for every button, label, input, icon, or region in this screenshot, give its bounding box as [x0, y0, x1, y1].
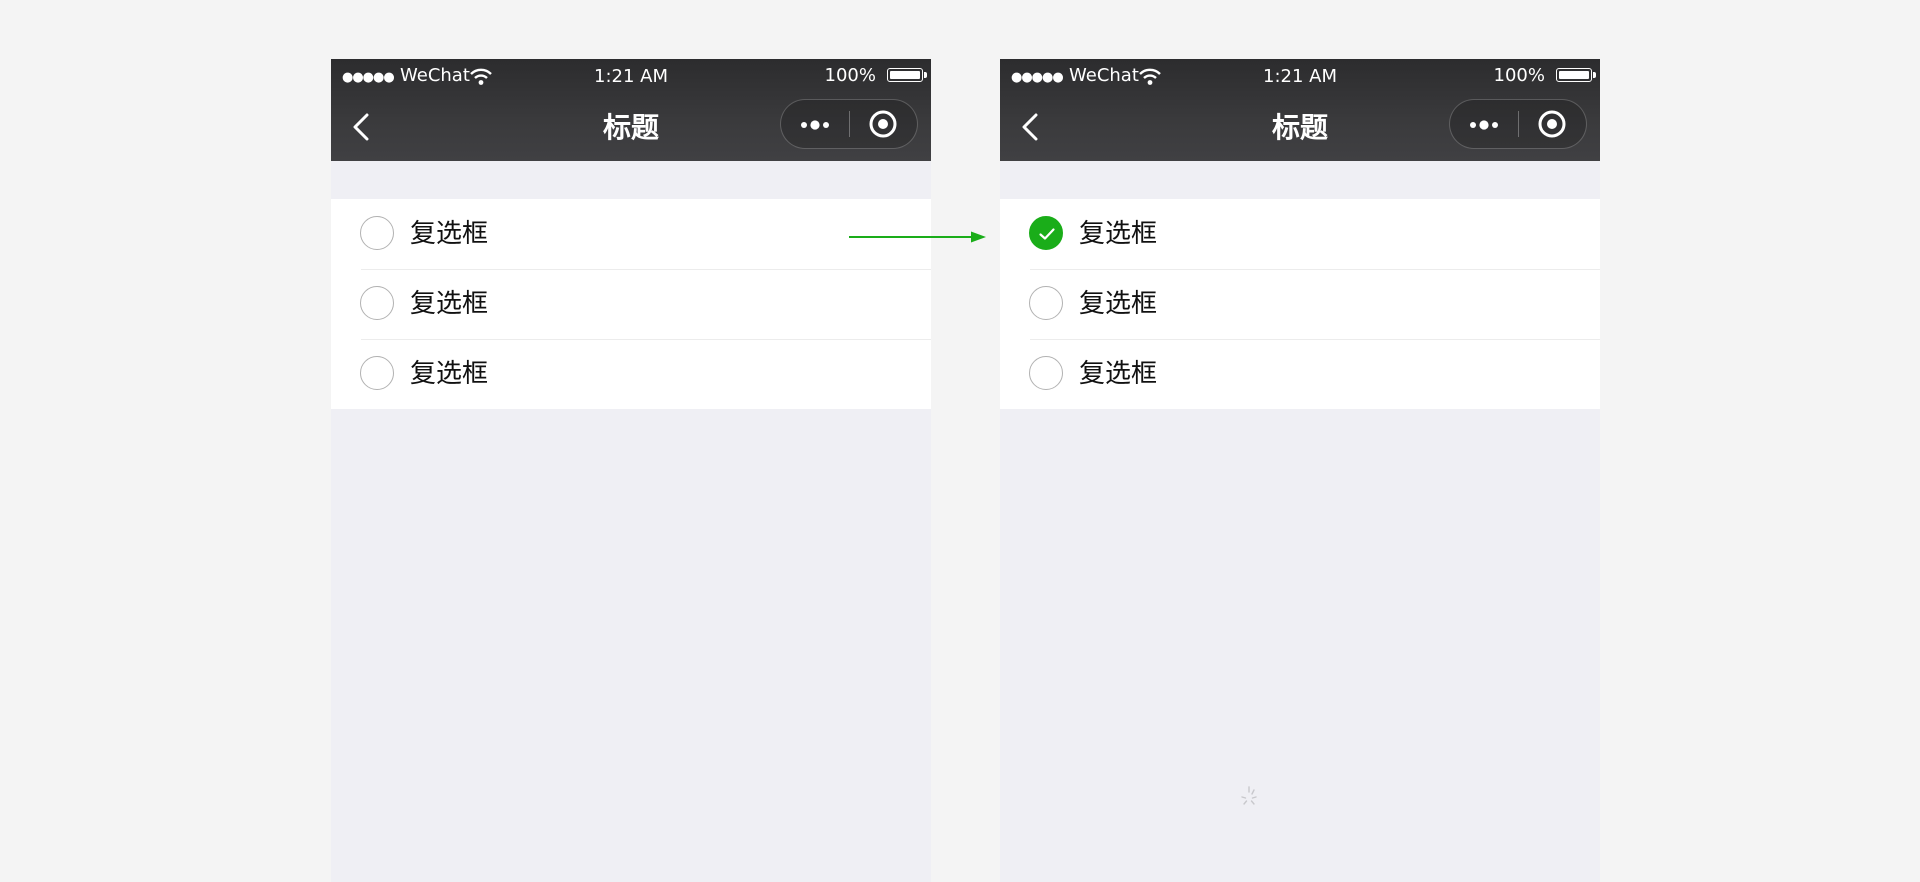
checkbox-unchecked[interactable]: [360, 286, 394, 320]
battery-icon: [887, 68, 927, 82]
more-icon[interactable]: [1450, 100, 1518, 148]
battery-percentage: 100%: [1493, 65, 1545, 86]
checkbox-unchecked[interactable]: [1029, 286, 1063, 320]
chevron-left-icon[interactable]: [1016, 109, 1044, 145]
list-item[interactable]: 复选框: [331, 199, 931, 269]
capsule-menu: [1449, 99, 1587, 149]
checkbox-label: 复选框: [1079, 219, 1158, 249]
phone-screen-after: ●●●●● WeChat 1:21 AM 100% 标题 复选框 复选框 复选框: [1000, 59, 1600, 882]
target-icon[interactable]: [1519, 100, 1586, 148]
top-bar: ●●●●● WeChat 1:21 AM 100% 标题: [1000, 59, 1600, 161]
list-item[interactable]: 复选框: [1000, 339, 1600, 409]
capsule-menu: [780, 99, 918, 149]
checkbox-unchecked[interactable]: [360, 356, 394, 390]
chevron-left-icon[interactable]: [347, 109, 375, 145]
battery-percentage: 100%: [824, 65, 876, 86]
checkbox-checked[interactable]: [1029, 216, 1063, 250]
loading-spinner-icon: [1241, 786, 1257, 805]
checkbox-label: 复选框: [410, 289, 489, 319]
top-bar: ●●●●● WeChat 1:21 AM 100% 标题: [331, 59, 931, 161]
status-bar: ●●●●● WeChat 1:21 AM 100%: [1000, 59, 1600, 95]
list-item[interactable]: 复选框: [1000, 269, 1600, 339]
phone-screen-before: ●●●●● WeChat 1:21 AM 100% 标题 复选框 复选框 复选框: [331, 59, 931, 882]
list-item[interactable]: 复选框: [331, 269, 931, 339]
status-bar: ●●●●● WeChat 1:21 AM 100%: [331, 59, 931, 95]
target-icon[interactable]: [850, 100, 917, 148]
more-icon[interactable]: [781, 100, 849, 148]
list-item[interactable]: 复选框: [331, 339, 931, 409]
checkbox-label: 复选框: [1079, 359, 1158, 389]
checkbox-unchecked[interactable]: [360, 216, 394, 250]
checkbox-list: 复选框 复选框 复选框: [331, 199, 931, 409]
battery-icon: [1556, 68, 1596, 82]
checkbox-label: 复选框: [410, 219, 489, 249]
checkbox-label: 复选框: [410, 359, 489, 389]
checkmark-icon: [1039, 228, 1055, 240]
checkbox-list: 复选框 复选框 复选框: [1000, 199, 1600, 409]
arrow-right-icon: [849, 231, 986, 243]
checkbox-label: 复选框: [1079, 289, 1158, 319]
checkbox-unchecked[interactable]: [1029, 356, 1063, 390]
list-item[interactable]: 复选框: [1000, 199, 1600, 269]
